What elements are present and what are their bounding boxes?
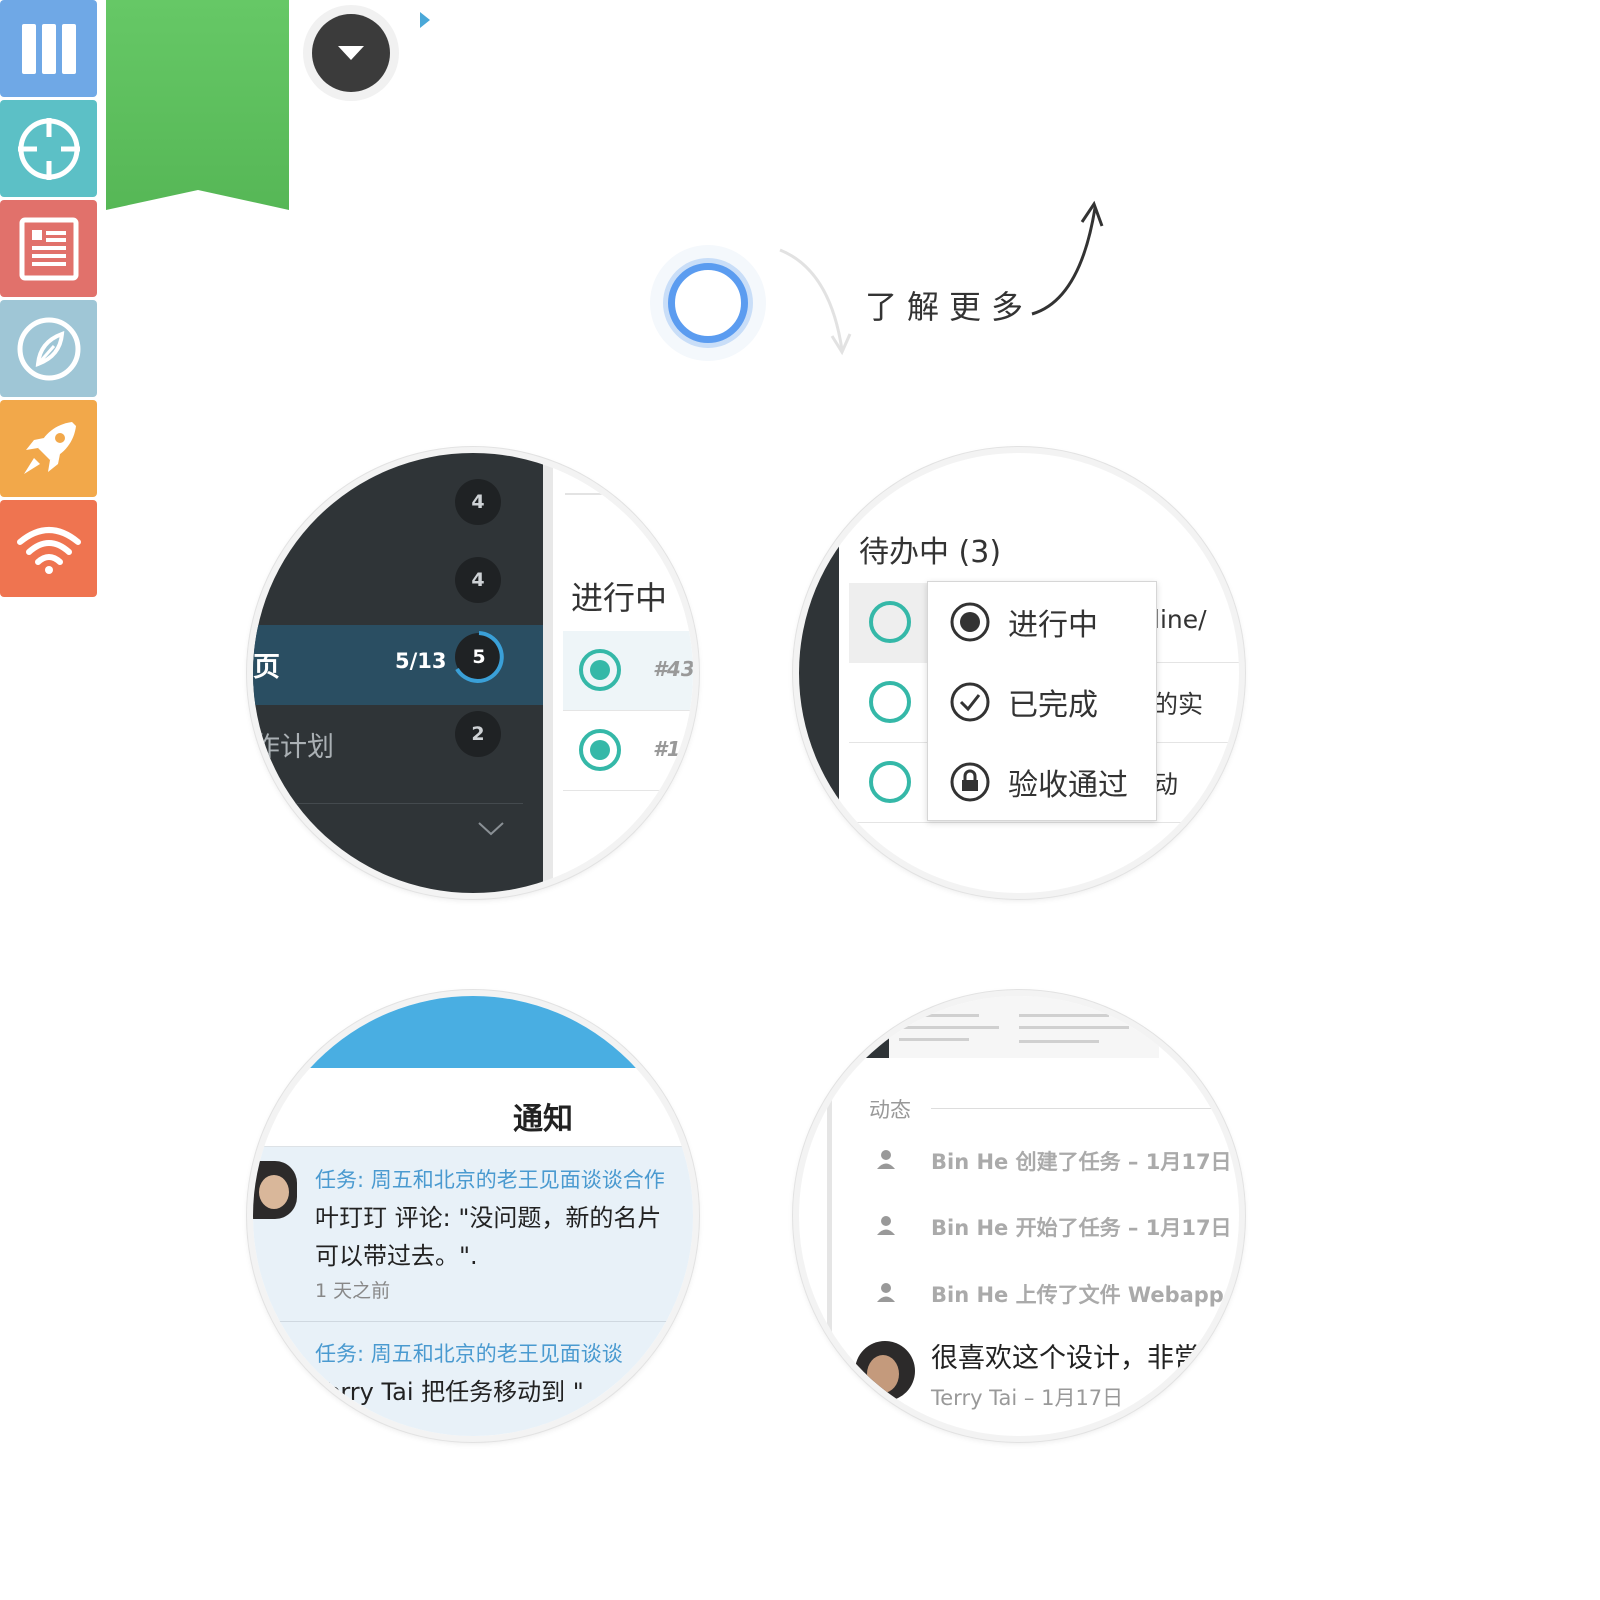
menu-item-accepted[interactable]: 验收通过 — [928, 742, 1156, 822]
count-badge: 2 — [455, 711, 501, 757]
status-menu-lens: 待办中 (3) line/ 的实 动 进行中 已完成 验收通过 — [793, 447, 1245, 899]
radio-off-icon[interactable] — [869, 601, 911, 643]
avatar — [855, 1341, 915, 1401]
dropdown-button[interactable] — [303, 5, 399, 101]
comment-text: 很喜欢这个设计，非常 — [931, 1343, 1201, 1374]
check-circle-icon — [950, 682, 990, 722]
board-thumbnail — [839, 996, 1159, 1058]
compass-tile[interactable] — [0, 300, 97, 397]
count-badge: 4 — [455, 557, 501, 603]
columns-tile[interactable] — [0, 0, 97, 97]
sidebar-preview-lens: 4 4 页 5/13 5 作计划 2 进行中 #43 #1 — [247, 447, 699, 899]
task-row[interactable]: #43 — [563, 631, 693, 711]
task-title: 的实 — [1153, 690, 1204, 719]
divider — [253, 1321, 693, 1322]
columns-icon — [21, 23, 76, 74]
task-row[interactable]: #1 — [563, 711, 693, 791]
task-id: #1 — [653, 737, 681, 761]
activity-item: Bin He 创建了任务 – 1月17日 — [931, 1150, 1232, 1174]
radio-off-icon[interactable] — [869, 681, 911, 723]
timeline-bar — [827, 1091, 832, 1431]
compass-icon — [17, 317, 80, 380]
target-icon — [17, 117, 80, 180]
activity-item: Bin He 上传了文件 Webapp — [931, 1283, 1224, 1307]
notifications-header-bar — [253, 996, 693, 1068]
hand-drawn-arrows — [779, 200, 1104, 356]
sidebar-item-label: 页 — [253, 652, 280, 683]
avatar — [253, 1161, 297, 1219]
user-icon — [877, 1150, 895, 1169]
column-title: 进行中 — [571, 579, 668, 617]
menu-item-label: 验收通过 — [1008, 768, 1128, 803]
radio-on-icon[interactable] — [579, 729, 621, 771]
user-icon — [877, 1216, 895, 1235]
notifications-lens: 通知 任务: 周五和北京的老王见面谈谈合作 叶玎玎 评论: "没问题，新的名片 … — [247, 990, 699, 1442]
rocket-icon — [23, 421, 76, 474]
menu-item-label: 进行中 — [1008, 608, 1098, 643]
notification-task-link[interactable]: 任务: 周五和北京的老王见面谈谈 — [315, 1338, 623, 1368]
caret-down-icon — [338, 46, 364, 60]
learn-more-link[interactable]: 了解更多 — [865, 282, 1033, 328]
notification-time: 1 天之前 — [315, 1280, 391, 1302]
progress-ratio: 5/13 — [395, 649, 447, 673]
status-dropdown-menu: 进行中 已完成 验收通过 — [927, 581, 1157, 821]
activity-lens: 动态 Bin He 创建了任务 – 1月17日 Bin He 开始了任务 – 1… — [793, 990, 1245, 1442]
activity-section-title: 动态 — [869, 1098, 911, 1122]
radio-on-icon[interactable] — [579, 649, 621, 691]
column-title: 待办中 (3) — [859, 535, 1002, 570]
document-tile[interactable] — [0, 200, 97, 297]
notification-text: 叶玎玎 评论: "没问题，新的名片 — [315, 1204, 662, 1232]
chevron-down-icon[interactable] — [477, 821, 505, 837]
radio-off-icon[interactable] — [869, 761, 911, 803]
notification-task-link[interactable]: 任务: 周五和北京的老王见面谈谈合作 — [315, 1164, 665, 1194]
bookmark-ribbon — [106, 0, 289, 210]
wifi-icon — [16, 526, 81, 574]
radio-dot-icon — [950, 602, 990, 642]
menu-item-label: 已完成 — [1008, 688, 1098, 723]
divider — [931, 1108, 1239, 1109]
sidebar-edge — [799, 453, 839, 893]
divider — [565, 493, 693, 495]
task-title: line/ — [1153, 605, 1207, 634]
document-icon — [19, 217, 78, 280]
scrollbar[interactable] — [543, 453, 553, 893]
play-arrow-icon — [420, 12, 430, 28]
sidebar-item-plan[interactable]: 作计划 — [253, 725, 334, 764]
notifications-title: 通知 — [513, 1102, 573, 1137]
lock-circle-icon — [950, 762, 990, 802]
task-id: #43 — [653, 657, 695, 681]
user-icon — [877, 1283, 895, 1302]
count-badge: 4 — [455, 479, 501, 525]
menu-item-in-progress[interactable]: 进行中 — [928, 582, 1156, 662]
comment-meta: Terry Tai – 1月17日 — [931, 1386, 1124, 1410]
wifi-tile[interactable] — [0, 500, 97, 597]
target-tile[interactable] — [0, 100, 97, 197]
activity-item: Bin He 开始了任务 – 1月17日 — [931, 1216, 1232, 1240]
menu-item-done[interactable]: 已完成 — [928, 662, 1156, 742]
count-badge: 5 — [472, 646, 486, 668]
notification-text: Terry Tai 把任务移动到 " — [315, 1378, 584, 1406]
notification-text: 可以带过去。". — [315, 1242, 478, 1270]
learn-more-ring-button[interactable] — [650, 245, 766, 361]
app-icon-rail — [0, 0, 97, 600]
rocket-tile[interactable] — [0, 400, 97, 497]
divider — [253, 803, 523, 804]
